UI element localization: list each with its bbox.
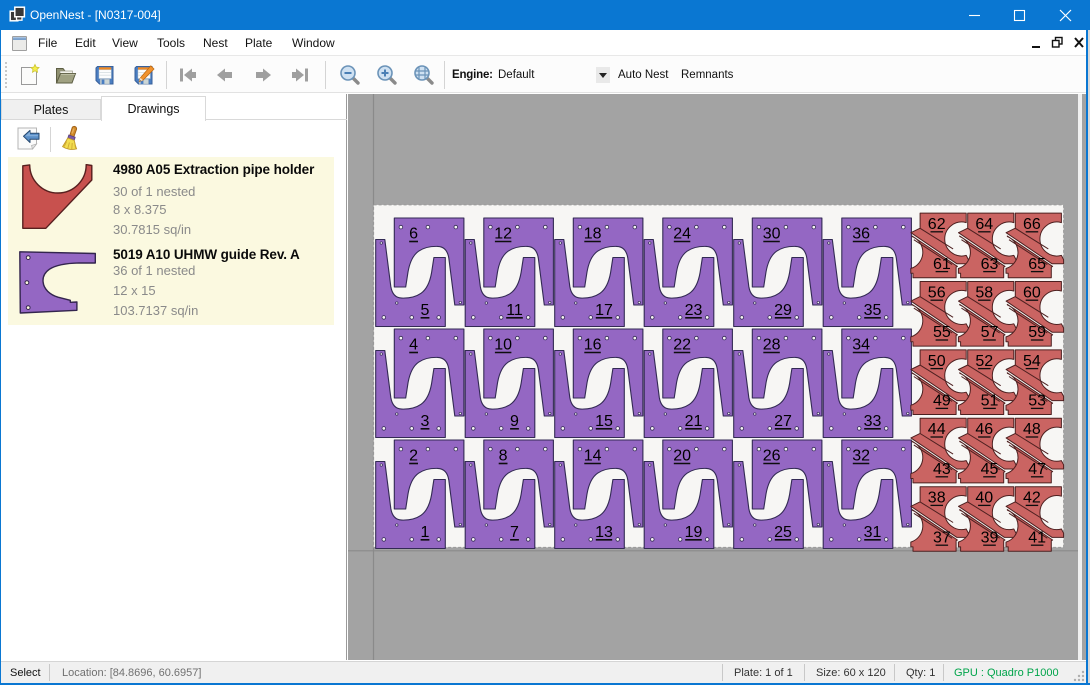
svg-text:55: 55	[933, 324, 951, 341]
svg-text:26: 26	[763, 448, 781, 465]
svg-text:62: 62	[928, 216, 946, 233]
svg-text:43: 43	[933, 461, 951, 478]
svg-text:45: 45	[981, 461, 999, 478]
svg-text:41: 41	[1028, 529, 1046, 546]
svg-text:16: 16	[584, 337, 602, 354]
svg-text:54: 54	[1023, 353, 1041, 370]
svg-text:12: 12	[494, 226, 512, 243]
svg-text:1: 1	[421, 524, 430, 541]
svg-text:24: 24	[673, 226, 691, 243]
svg-text:38: 38	[928, 490, 946, 507]
svg-text:53: 53	[1028, 393, 1046, 410]
svg-text:50: 50	[928, 353, 946, 370]
svg-text:14: 14	[584, 448, 602, 465]
svg-text:7: 7	[510, 524, 519, 541]
svg-text:27: 27	[774, 413, 792, 430]
svg-text:10: 10	[494, 337, 512, 354]
svg-text:36: 36	[852, 226, 870, 243]
svg-text:37: 37	[933, 529, 951, 546]
svg-text:21: 21	[685, 413, 703, 430]
svg-text:28: 28	[763, 337, 781, 354]
svg-text:59: 59	[1028, 324, 1046, 341]
svg-text:58: 58	[975, 284, 993, 301]
svg-text:66: 66	[1023, 216, 1041, 233]
svg-text:11: 11	[506, 302, 523, 319]
svg-text:46: 46	[975, 421, 993, 438]
svg-text:4: 4	[409, 337, 418, 354]
svg-text:30: 30	[763, 226, 781, 243]
svg-text:39: 39	[981, 529, 999, 546]
svg-text:23: 23	[685, 302, 703, 319]
svg-text:22: 22	[673, 337, 691, 354]
svg-text:32: 32	[852, 448, 870, 465]
svg-text:31: 31	[864, 524, 882, 541]
svg-text:57: 57	[981, 324, 999, 341]
svg-text:25: 25	[774, 524, 792, 541]
svg-text:15: 15	[595, 413, 613, 430]
svg-text:19: 19	[685, 524, 703, 541]
svg-text:6: 6	[409, 226, 418, 243]
svg-text:48: 48	[1023, 421, 1041, 438]
svg-text:2: 2	[409, 448, 418, 465]
svg-text:35: 35	[864, 302, 882, 319]
svg-text:29: 29	[774, 302, 792, 319]
svg-text:42: 42	[1023, 490, 1041, 507]
svg-text:60: 60	[1023, 284, 1041, 301]
svg-text:51: 51	[981, 393, 999, 410]
svg-text:9: 9	[510, 413, 519, 430]
svg-text:40: 40	[975, 490, 993, 507]
svg-text:56: 56	[928, 284, 946, 301]
svg-text:64: 64	[975, 216, 993, 233]
svg-text:13: 13	[595, 524, 613, 541]
svg-text:44: 44	[928, 421, 946, 438]
svg-text:63: 63	[981, 256, 999, 273]
svg-text:47: 47	[1028, 461, 1046, 478]
svg-text:8: 8	[499, 448, 508, 465]
svg-text:65: 65	[1028, 256, 1046, 273]
svg-text:52: 52	[975, 353, 993, 370]
svg-text:5: 5	[421, 302, 430, 319]
svg-text:34: 34	[852, 337, 870, 354]
svg-text:18: 18	[584, 226, 602, 243]
svg-text:17: 17	[595, 302, 613, 319]
svg-text:20: 20	[673, 448, 691, 465]
svg-text:61: 61	[933, 256, 951, 273]
svg-text:3: 3	[421, 413, 430, 430]
svg-text:33: 33	[864, 413, 882, 430]
svg-text:49: 49	[933, 393, 951, 410]
